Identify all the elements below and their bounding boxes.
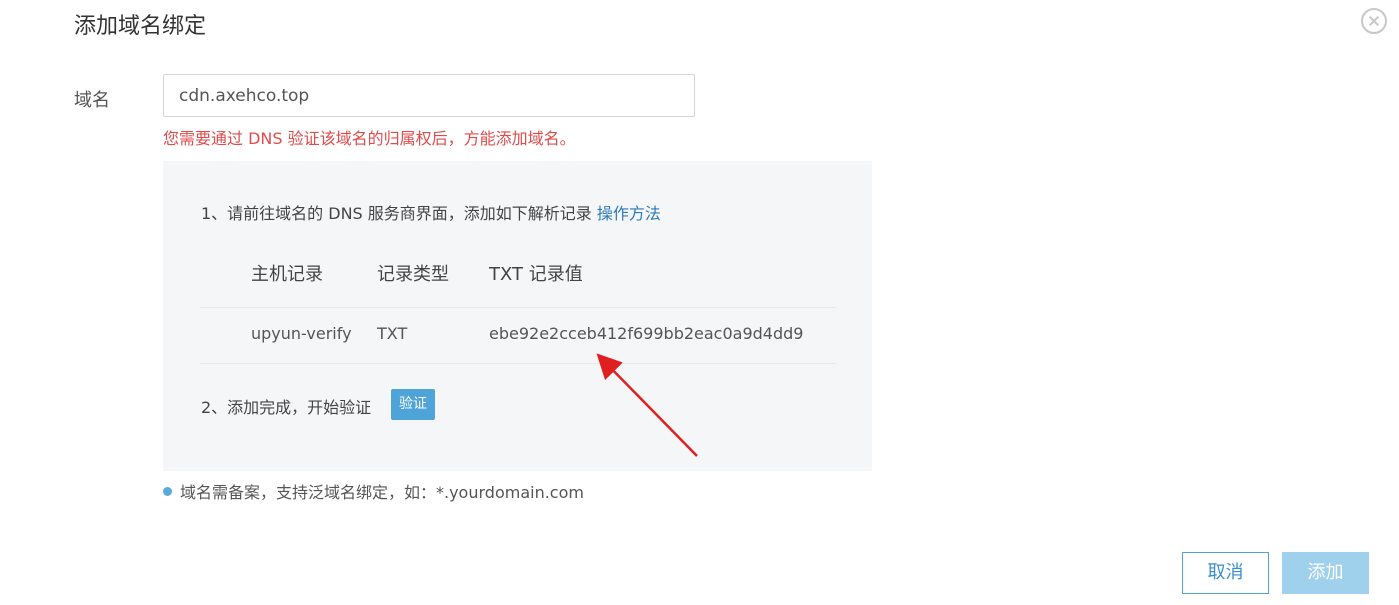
- bullet-dot-icon: [163, 487, 172, 496]
- cell-record-type: TXT: [377, 324, 408, 343]
- dns-instructions-panel: 1、请前往域名的 DNS 服务商界面，添加如下解析记录 操作方法 主机记录 记录…: [163, 161, 872, 471]
- dialog-title: 添加域名绑定: [74, 14, 207, 39]
- step1-text: 1、请前往域名的 DNS 服务商界面，添加如下解析记录 操作方法: [201, 200, 661, 224]
- cell-host-record: upyun-verify: [251, 324, 352, 343]
- add-button[interactable]: 添加: [1282, 552, 1369, 594]
- cell-txt-value: ebe92e2cceb412f699bb2eac0a9d4dd9: [489, 324, 804, 343]
- add-domain-dialog: 添加域名绑定 域名 您需要通过 DNS 验证该域名的归属权后，方能添加域名。 1…: [0, 0, 1399, 605]
- header-txt-value: TXT 记录值: [489, 264, 583, 285]
- table-divider: [200, 307, 836, 308]
- close-icon[interactable]: [1361, 8, 1387, 34]
- domain-input[interactable]: [163, 74, 695, 117]
- table-divider: [200, 363, 836, 364]
- domain-note: 域名需备案，支持泛域名绑定，如：*.yourdomain.com: [163, 479, 584, 503]
- verify-button[interactable]: 验证: [391, 389, 435, 420]
- step1-label: 1、请前往域名的 DNS 服务商界面，添加如下解析记录: [201, 204, 592, 223]
- cancel-button[interactable]: 取消: [1182, 552, 1269, 594]
- domain-label: 域名: [74, 90, 110, 111]
- howto-link[interactable]: 操作方法: [597, 204, 661, 223]
- step2-text: 2、添加完成，开始验证: [201, 398, 372, 417]
- header-host-record: 主机记录: [251, 264, 323, 285]
- error-message: 您需要通过 DNS 验证该域名的归属权后，方能添加域名。: [163, 129, 576, 148]
- note-text: 域名需备案，支持泛域名绑定，如：*.yourdomain.com: [180, 483, 584, 502]
- header-record-type: 记录类型: [377, 264, 449, 285]
